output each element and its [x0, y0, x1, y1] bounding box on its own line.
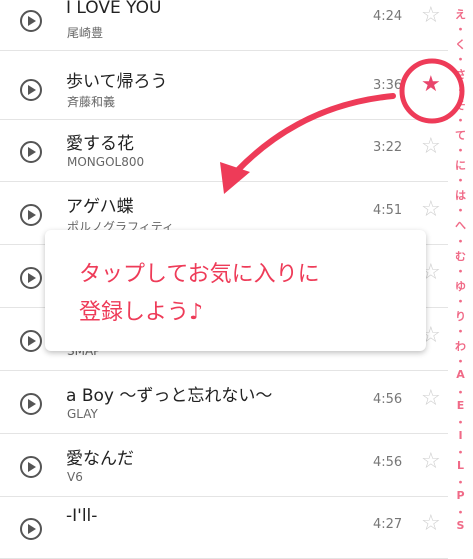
tooltip-line-1: タップしてお気に入りに — [79, 262, 320, 287]
pointer-arrow-head — [220, 162, 250, 194]
tooltip-line-2: 登録しよう♪ — [79, 300, 204, 325]
highlight-circle — [399, 58, 465, 124]
pointer-arrow — [233, 93, 396, 175]
tutorial-tooltip: タップしてお気に入りに 登録しよう♪ — [45, 230, 426, 351]
